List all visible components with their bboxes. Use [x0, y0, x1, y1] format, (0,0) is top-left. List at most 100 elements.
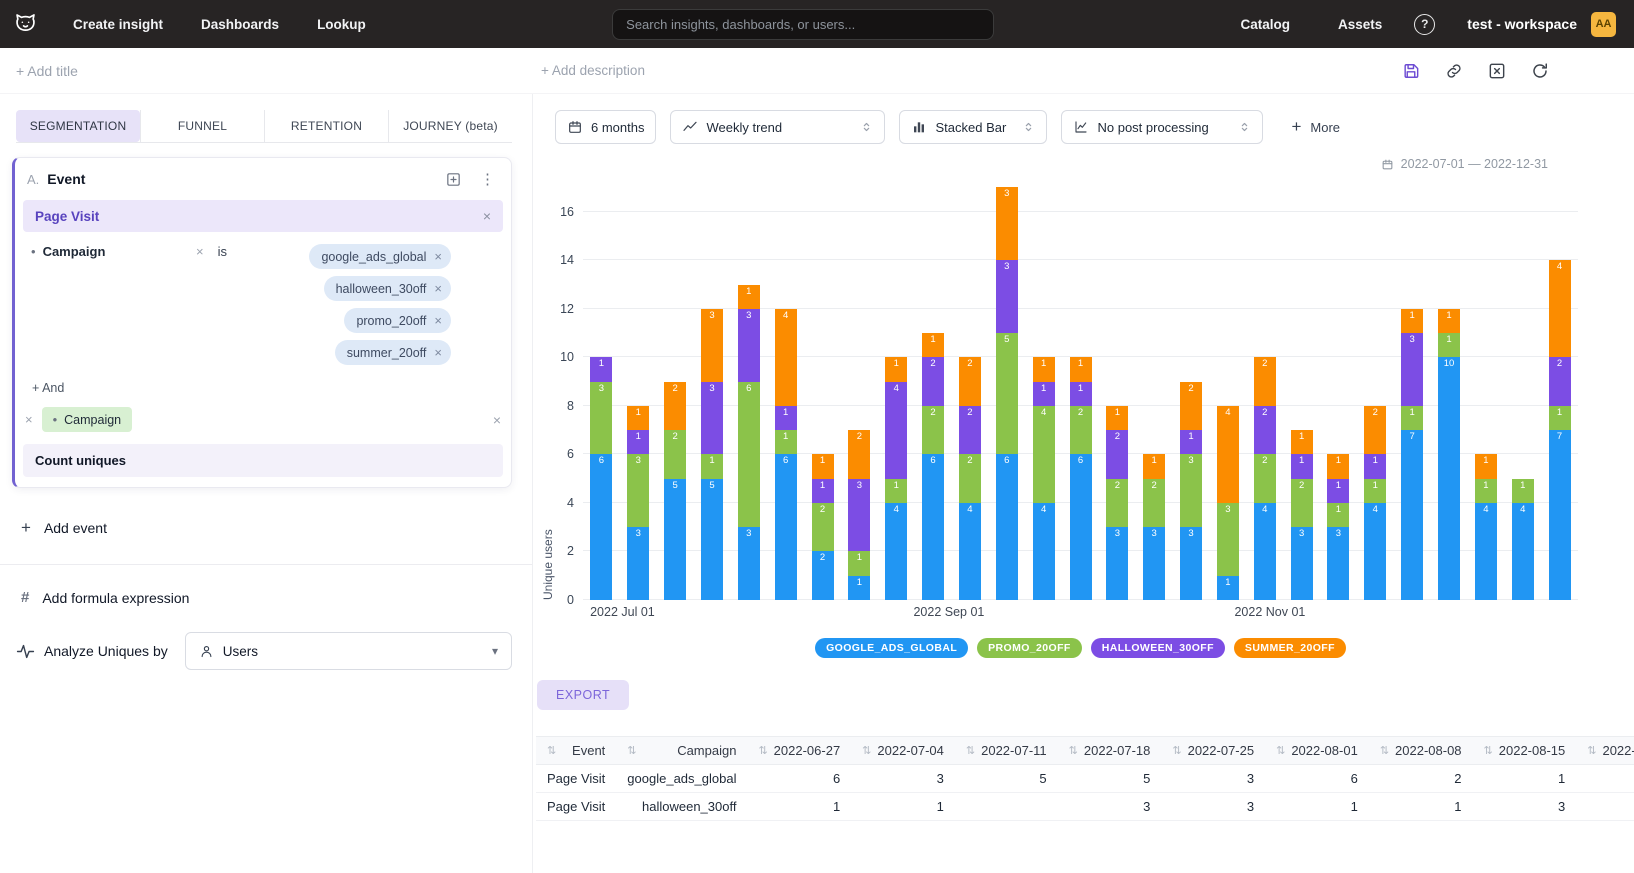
aggregation-selector[interactable]: Count uniques	[23, 444, 503, 477]
plus-square-icon[interactable]	[445, 171, 462, 188]
bar-segment-summer_20off[interactable]: 1	[1033, 357, 1055, 381]
remove-value-icon[interactable]: ×	[434, 313, 442, 328]
bar-segment-google_ads_global[interactable]: 4	[1033, 503, 1055, 600]
bar-segment-summer_20off[interactable]: 4	[775, 309, 797, 406]
bar-segment-promo_20off[interactable]: 1	[701, 454, 723, 478]
analyze-by-select[interactable]: Users ▾	[185, 632, 512, 670]
sort-icon[interactable]: ⇅	[862, 744, 871, 757]
column-header-campaign[interactable]: ⇅Campaign	[616, 737, 747, 765]
filter-value-chip[interactable]: google_ads_global×	[309, 244, 451, 269]
bar-segment-promo_20off[interactable]: 1	[775, 430, 797, 454]
bar-segment-summer_20off[interactable]: 2	[1254, 357, 1276, 406]
tab-retention[interactable]: RETENTION	[264, 110, 388, 142]
bar-segment-summer_20off[interactable]: 1	[738, 285, 760, 309]
bar-segment-promo_20off[interactable]: 2	[812, 503, 834, 552]
more-button[interactable]: + More	[1291, 117, 1340, 137]
bar-segment-google_ads_global[interactable]: 3	[1180, 527, 1202, 600]
bar-segment-summer_20off[interactable]: 3	[701, 309, 723, 382]
bar-segment-promo_20off[interactable]: 1	[1512, 479, 1534, 503]
add-and-button[interactable]: + And	[32, 381, 511, 395]
bar-segment-google_ads_global[interactable]: 3	[627, 527, 649, 600]
bar-segment-halloween_30off[interactable]: 2	[1106, 430, 1128, 479]
bar-segment-summer_20off[interactable]: 1	[1070, 357, 1092, 381]
search-input[interactable]	[626, 17, 980, 32]
bar-segment-summer_20off[interactable]: 1	[627, 406, 649, 430]
bar-segment-google_ads_global[interactable]: 7	[1549, 430, 1571, 600]
column-header-2022-07-11[interactable]: ⇅2022-07-11	[955, 737, 1058, 765]
bar-segment-halloween_30off[interactable]: 1	[812, 479, 834, 503]
remove-event-icon[interactable]: ×	[483, 208, 491, 224]
column-header-2022-07-04[interactable]: ⇅2022-07-04	[851, 737, 955, 765]
bar-segment-summer_20off[interactable]: 1	[885, 357, 907, 381]
tab-segmentation[interactable]: SEGMENTATION	[16, 110, 140, 142]
add-title-button[interactable]: + Add title	[16, 63, 529, 79]
sort-icon[interactable]: ⇅	[1587, 744, 1596, 757]
bar-segment-summer_20off[interactable]: 4	[1217, 406, 1239, 503]
bar-segment-summer_20off[interactable]: 1	[1106, 406, 1128, 430]
bar-segment-summer_20off[interactable]: 1	[812, 454, 834, 478]
bar-segment-google_ads_global[interactable]: 2	[812, 551, 834, 600]
bar-segment-google_ads_global[interactable]: 1	[1217, 576, 1239, 600]
bar-segment-promo_20off[interactable]: 2	[664, 430, 686, 479]
bar-segment-halloween_30off[interactable]: 1	[1364, 454, 1386, 478]
post-processing-select[interactable]: No post processing	[1061, 110, 1263, 144]
filter-value-chip[interactable]: promo_20off×	[344, 308, 451, 333]
workspace-name[interactable]: test - workspace	[1467, 16, 1577, 32]
legend-item-summer-20off[interactable]: SUMMER_20OFF	[1234, 638, 1346, 658]
bar-segment-halloween_30off[interactable]: 1	[1180, 430, 1202, 454]
sort-icon[interactable]: ⇅	[1380, 744, 1389, 757]
bar-segment-google_ads_global[interactable]: 4	[959, 503, 981, 600]
bar-segment-promo_20off[interactable]: 1	[1364, 479, 1386, 503]
bar-segment-halloween_30off[interactable]: 2	[922, 357, 944, 406]
nav-item-assets[interactable]: Assets	[1338, 17, 1382, 32]
bar-segment-google_ads_global[interactable]: 3	[1327, 527, 1349, 600]
bar-segment-halloween_30off[interactable]: 3	[701, 382, 723, 455]
legend-item-halloween-30off[interactable]: HALLOWEEN_30OFF	[1091, 638, 1225, 658]
bar-segment-promo_20off[interactable]: 2	[1254, 454, 1276, 503]
avatar[interactable]: AA	[1591, 12, 1616, 37]
kebab-menu-icon[interactable]: ⋮	[480, 170, 495, 188]
bar-segment-google_ads_global[interactable]: 6	[1070, 454, 1092, 600]
sort-icon[interactable]: ⇅	[1069, 744, 1078, 757]
add-formula-button[interactable]: # Add formula expression	[21, 589, 532, 606]
bar-segment-halloween_30off[interactable]: 4	[885, 382, 907, 479]
bar-segment-google_ads_global[interactable]: 5	[664, 479, 686, 600]
bar-segment-promo_20off[interactable]: 3	[1180, 454, 1202, 527]
legend-item-google-ads-global[interactable]: GOOGLE_ADS_GLOBAL	[815, 638, 968, 658]
bar-segment-summer_20off[interactable]: 2	[848, 430, 870, 479]
selected-event[interactable]: Page Visit ×	[23, 200, 503, 232]
remove-pending-left-icon[interactable]: ×	[25, 412, 33, 427]
sort-icon[interactable]: ⇅	[1172, 744, 1181, 757]
link-icon[interactable]	[1444, 61, 1464, 81]
close-square-icon[interactable]	[1487, 61, 1507, 81]
app-logo-cat-icon[interactable]	[12, 11, 39, 38]
bar-segment-promo_20off[interactable]: 3	[1217, 503, 1239, 576]
chart-type-select[interactable]: Stacked Bar	[899, 110, 1047, 144]
bar-segment-summer_20off[interactable]: 2	[1364, 406, 1386, 455]
column-header-2022-06-27[interactable]: ⇅2022-06-27	[747, 737, 851, 765]
bar-segment-summer_20off[interactable]: 2	[959, 357, 981, 406]
bar-segment-google_ads_global[interactable]: 3	[1106, 527, 1128, 600]
bar-segment-summer_20off[interactable]: 1	[1438, 309, 1460, 333]
bar-segment-halloween_30off[interactable]: 1	[1291, 454, 1313, 478]
filter-value-chip[interactable]: summer_20off×	[335, 340, 451, 365]
bar-segment-google_ads_global[interactable]: 10	[1438, 357, 1460, 600]
bar-segment-summer_20off[interactable]: 3	[996, 187, 1018, 260]
legend-item-promo-20off[interactable]: PROMO_20OFF	[977, 638, 1082, 658]
bar-segment-halloween_30off[interactable]: 1	[627, 430, 649, 454]
bar-segment-promo_20off[interactable]: 5	[996, 333, 1018, 454]
bar-segment-promo_20off[interactable]: 3	[590, 382, 612, 455]
bar-segment-halloween_30off[interactable]: 1	[1033, 382, 1055, 406]
bar-segment-google_ads_global[interactable]: 6	[775, 454, 797, 600]
bar-segment-halloween_30off[interactable]: 1	[775, 406, 797, 430]
bar-segment-promo_20off[interactable]: 1	[1401, 406, 1423, 430]
global-search[interactable]	[612, 9, 994, 40]
bar-segment-summer_20off[interactable]: 2	[1180, 382, 1202, 431]
nav-item-create-insight[interactable]: Create insight	[73, 17, 163, 32]
bar-segment-google_ads_global[interactable]: 4	[1475, 503, 1497, 600]
bar-segment-summer_20off[interactable]: 1	[1401, 309, 1423, 333]
tab-funnel[interactable]: FUNNEL	[140, 110, 264, 142]
bar-segment-summer_20off[interactable]: 2	[664, 382, 686, 431]
column-header-2022-08-15[interactable]: ⇅2022-08-15	[1473, 737, 1577, 765]
bar-segment-promo_20off[interactable]: 2	[1106, 479, 1128, 528]
